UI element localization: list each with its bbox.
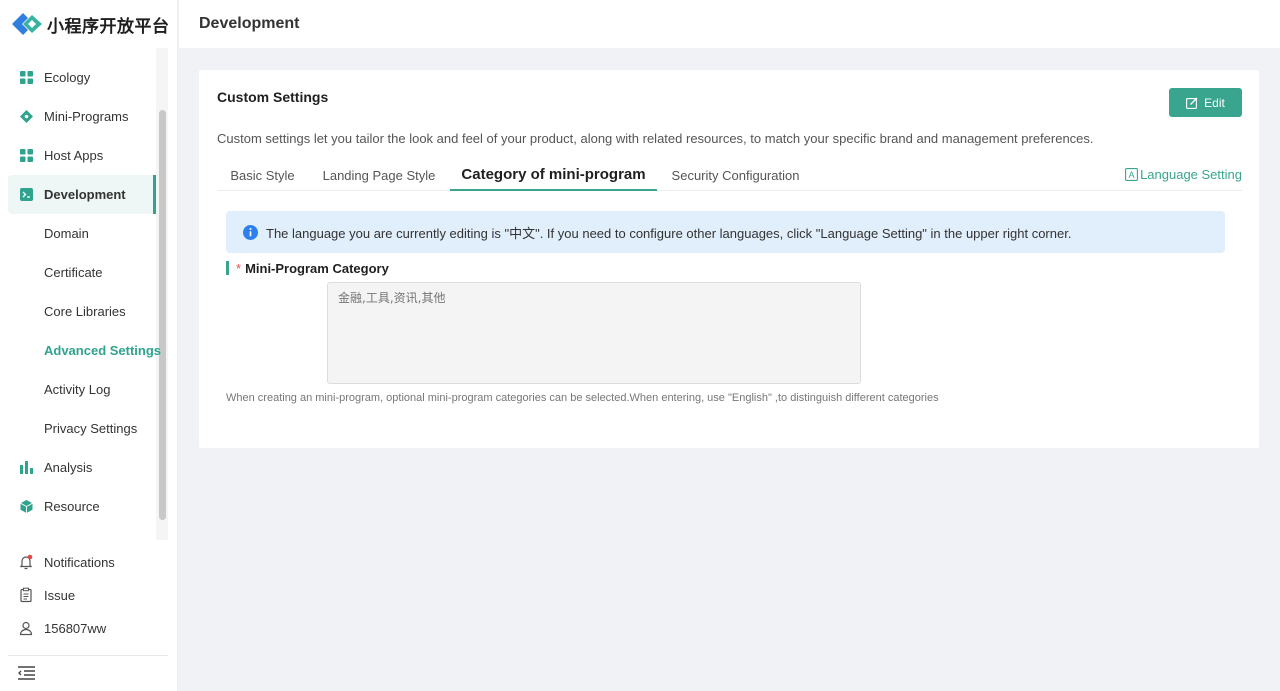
- notifications-item[interactable]: Notifications: [0, 546, 168, 579]
- sidebar-item-development[interactable]: Development: [8, 175, 156, 214]
- grid-icon: [20, 71, 33, 84]
- label-accent-bar: [226, 261, 229, 275]
- logo-icon: [12, 13, 42, 35]
- alert-text: The language you are currently editing i…: [266, 225, 1072, 241]
- field-help-text: When creating an mini-program, optional …: [226, 392, 939, 404]
- sidebar-item-advanced-settings[interactable]: Advanced Settings: [0, 331, 168, 370]
- mini-program-category-input[interactable]: [327, 282, 861, 384]
- sidebar-item-label: Activity Log: [44, 382, 111, 397]
- logo[interactable]: 小程序开放平台: [12, 10, 170, 38]
- notifications-label: Notifications: [44, 555, 115, 570]
- diamond-icon: [20, 110, 33, 123]
- sidebar-item-resource[interactable]: Resource: [0, 487, 168, 526]
- custom-settings-card: Custom Settings Edit Custom settings let…: [199, 70, 1259, 448]
- edit-icon: [1186, 97, 1198, 109]
- user-icon: [18, 620, 34, 636]
- sidebar-item-label: Resource: [44, 499, 100, 514]
- sidebar-nav: Ecology Mini-Programs Host Apps Developm…: [0, 58, 168, 526]
- sidebar-item-mini-programs[interactable]: Mini-Programs: [0, 97, 168, 136]
- issue-item[interactable]: Issue: [0, 579, 168, 612]
- required-mark: *: [236, 260, 242, 276]
- sidebar-item-label: Advanced Settings: [44, 343, 162, 358]
- edit-button-label: Edit: [1204, 95, 1225, 110]
- bell-icon: [18, 554, 34, 570]
- sidebar-item-host-apps[interactable]: Host Apps: [0, 136, 168, 175]
- svg-text:A: A: [1129, 170, 1135, 180]
- sidebar-item-ecology[interactable]: Ecology: [0, 58, 168, 97]
- sidebar-item-label: Mini-Programs: [44, 109, 129, 124]
- sidebar-item-certificate[interactable]: Certificate: [0, 253, 168, 292]
- tab-basic-style[interactable]: Basic Style: [217, 159, 308, 191]
- sidebar-item-core-libraries[interactable]: Core Libraries: [0, 292, 168, 331]
- issue-label: Issue: [44, 588, 76, 603]
- card-title: Custom Settings: [217, 89, 329, 105]
- cube-icon: [20, 500, 33, 513]
- language-alert: The language you are currently editing i…: [226, 211, 1225, 253]
- tab-landing-page-style[interactable]: Landing Page Style: [309, 159, 449, 191]
- bar-chart-icon: [20, 461, 33, 474]
- sidebar-divider: [8, 655, 168, 656]
- sidebar-item-label: Development: [44, 187, 126, 202]
- grid-icon: [20, 149, 33, 162]
- terminal-icon: [20, 188, 33, 201]
- field-label-text: Mini-Program Category: [245, 260, 389, 276]
- info-icon: [243, 224, 258, 240]
- tab-label: Landing Page Style: [322, 167, 436, 183]
- logo-text: 小程序开放平台: [47, 16, 170, 37]
- card-description: Custom settings let you tailor the look …: [217, 131, 1094, 146]
- sidebar-item-label: Ecology: [44, 70, 91, 85]
- tab-label: Basic Style: [230, 167, 295, 183]
- tab-security-configuration[interactable]: Security Configuration: [658, 159, 813, 191]
- sidebar-item-activity-log[interactable]: Activity Log: [0, 370, 168, 409]
- sidebar-item-label: Host Apps: [44, 148, 104, 163]
- sidebar: 小程序开放平台 Ecology Mini-Programs Host Apps: [0, 0, 178, 691]
- mini-program-category-label: * Mini-Program Category: [226, 260, 389, 276]
- sidebar-item-label: Certificate: [44, 265, 103, 280]
- sidebar-item-privacy-settings[interactable]: Privacy Settings: [0, 409, 168, 448]
- sidebar-item-label: Privacy Settings: [44, 421, 138, 436]
- tab-category-of-mini-program[interactable]: Category of mini-program: [450, 159, 657, 191]
- tab-label: Category of mini-program: [461, 165, 646, 183]
- language-setting-link[interactable]: A Language Setting: [1125, 167, 1242, 182]
- sidebar-item-label: Domain: [44, 226, 89, 241]
- clipboard-icon: [18, 587, 34, 603]
- tab-label: Security Configuration: [671, 167, 800, 183]
- settings-tabs: Basic Style Landing Page Style Category …: [217, 159, 1242, 191]
- page-header: Development: [179, 0, 1280, 48]
- language-setting-label: Language Setting: [1140, 167, 1242, 182]
- sidebar-bottom: Notifications Issue 156807ww: [0, 546, 168, 645]
- user-item[interactable]: 156807ww: [0, 612, 168, 645]
- collapse-menu-icon[interactable]: [18, 666, 35, 680]
- sidebar-item-label: Analysis: [44, 460, 93, 475]
- sidebar-item-label: Core Libraries: [44, 304, 126, 319]
- page-title: Development: [199, 15, 300, 32]
- user-label: 156807ww: [44, 621, 107, 636]
- sidebar-item-domain[interactable]: Domain: [0, 214, 168, 253]
- edit-button[interactable]: Edit: [1169, 88, 1242, 117]
- sidebar-item-analysis[interactable]: Analysis: [0, 448, 168, 487]
- language-icon: A: [1125, 168, 1139, 181]
